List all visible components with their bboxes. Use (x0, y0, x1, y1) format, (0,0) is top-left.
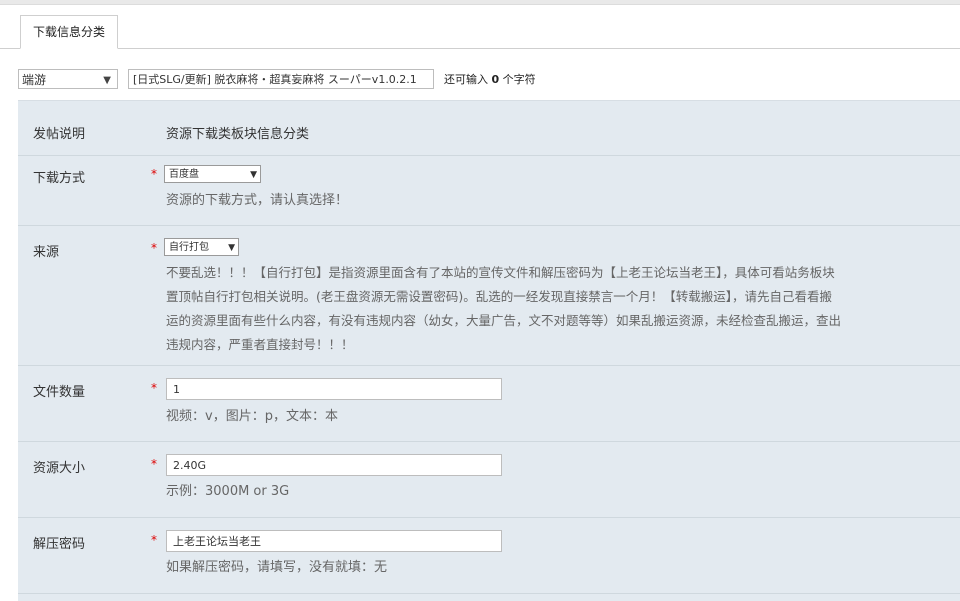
file-count-hint: 视频：v，图片：p，文本：本 (166, 409, 338, 424)
tab-download-info[interactable]: 下载信息分类 (20, 15, 119, 49)
char-tip-suffix: 个字符 (502, 73, 536, 86)
post-note-label: 发帖说明 (33, 127, 86, 142)
required-mark: * (151, 381, 157, 395)
row-file-size: 资源大小 * 2.40G 示例：3000M or 3G (18, 441, 960, 518)
source-hint-line-2: 置顶帖自行打包相关说明。(老王盘资源无需设置密码)。乱选的一经发现直接禁言一个月… (166, 289, 833, 304)
source-select[interactable]: 自行打包 ▼ (164, 238, 239, 256)
required-mark: * (151, 457, 157, 471)
download-method-label: 下载方式 (33, 171, 86, 186)
file-size-hint: 示例：3000M or 3G (166, 484, 290, 499)
char-tip-count: 0 (491, 73, 500, 86)
row-file-count: 文件数量 * 1 视频：v，图片：p，文本：本 (18, 365, 960, 442)
category-select-value: 端游 (22, 73, 47, 87)
char-count-tip: 还可输入 0 个字符 (444, 71, 536, 87)
source-label: 来源 (33, 245, 60, 260)
title-input[interactable]: [日式SLG/更新] 脱衣麻将・超真妄麻将 スーパーv1.0.2.1 (128, 69, 434, 89)
char-tip-prefix: 还可输入 (444, 73, 488, 86)
top-border (0, 0, 960, 5)
row-unzip-password: 解压密码 * 上老王论坛当老王 如果解压密码，请填写，没有就填：无 (18, 517, 960, 594)
unzip-password-hint: 如果解压密码，请填写，没有就填：无 (166, 560, 388, 575)
file-count-label: 文件数量 (33, 385, 86, 400)
required-mark: * (151, 167, 157, 181)
download-method-hint: 资源的下载方式，请认真选择！ (166, 193, 349, 208)
required-mark: * (151, 533, 157, 547)
source-hint-line-3: 运的资源里面有些什么内容，有没有违规内容（幼女，大量广告，文不对题等等）如果乱搬… (166, 313, 842, 328)
row-post-note: 发帖说明 资源下载类板块信息分类 (18, 101, 960, 156)
source-hint-line-4: 违规内容，严重者直接封号！！！ (166, 337, 354, 352)
download-method-value: 百度盘 (169, 169, 199, 180)
category-select[interactable]: 端游 ▼ (18, 69, 118, 89)
source-hint-line-1: 不要乱选！！！【自行打包】是指资源里面含有了本站的宣传文件和解压密码为【上老王论… (166, 265, 835, 280)
download-method-select[interactable]: 百度盘 ▼ (164, 165, 261, 183)
source-value: 自行打包 (169, 242, 209, 253)
chevron-down-icon: ▼ (228, 243, 235, 253)
form-panel: 发帖说明 资源下载类板块信息分类 下载方式 * 百度盘 ▼ 资源的下载方式，请认… (18, 100, 960, 601)
unzip-password-label: 解压密码 (33, 537, 86, 552)
title-row: 端游 ▼ [日式SLG/更新] 脱衣麻将・超真妄麻将 スーパーv1.0.2.1 … (18, 68, 536, 90)
file-count-input[interactable]: 1 (166, 378, 502, 400)
chevron-down-icon: ▼ (250, 170, 257, 180)
required-mark: * (151, 241, 157, 255)
file-size-label: 资源大小 (33, 461, 86, 476)
file-size-input[interactable]: 2.40G (166, 454, 502, 476)
unzip-password-input[interactable]: 上老王论坛当老王 (166, 530, 502, 552)
row-download-method: 下载方式 * 百度盘 ▼ 资源的下载方式，请认真选择！ (18, 155, 960, 226)
post-note-value: 资源下载类板块信息分类 (166, 127, 310, 142)
row-source: 来源 * 自行打包 ▼ 不要乱选！！！【自行打包】是指资源里面含有了本站的宣传文… (18, 225, 960, 366)
chevron-down-icon: ▼ (103, 75, 111, 86)
tab-bar: 下载信息分类 (0, 15, 960, 49)
